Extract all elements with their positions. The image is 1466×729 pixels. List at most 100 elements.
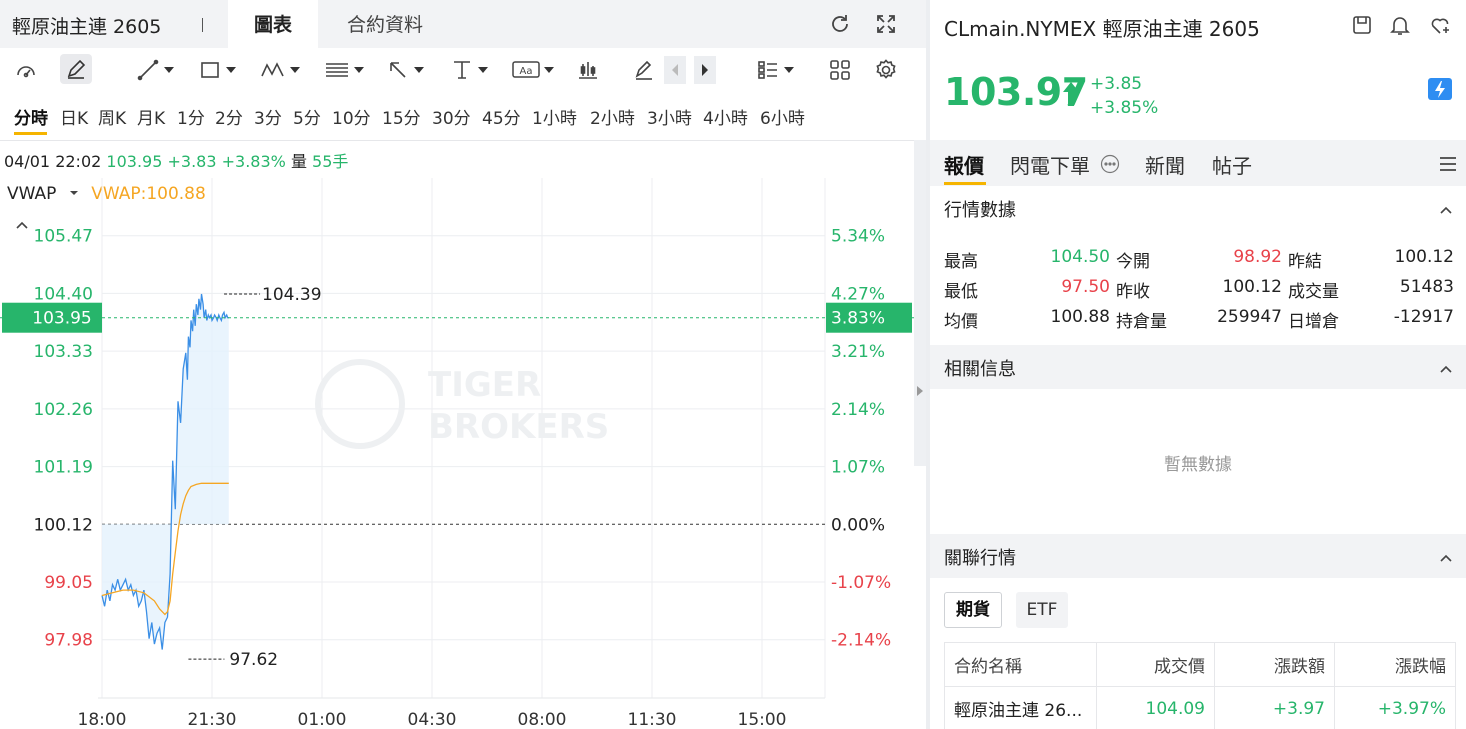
tab-contract-info[interactable]: 合約資料 — [330, 0, 440, 48]
price-chart[interactable]: 18:00 21:30 01:00 04:30 08:00 11:30 15:00 105.4… — [0, 178, 914, 729]
related-info-header[interactable]: 相關信息 — [930, 345, 1466, 389]
more-icon[interactable] — [1100, 154, 1120, 178]
period-tab[interactable]: 分時 — [14, 104, 48, 129]
quote-tabs: 報價 閃電下單 新聞 帖子 — [930, 140, 1466, 186]
stat-value: 97.50 — [1061, 277, 1110, 297]
text-cursor-icon[interactable] — [450, 56, 488, 84]
menu-icon[interactable] — [1438, 155, 1458, 177]
stat-label: 日增倉 — [1288, 312, 1339, 332]
tab-quote[interactable]: 報價 — [944, 150, 984, 179]
filter-etf[interactable]: ETF — [1016, 592, 1068, 628]
stat-label: 今開 — [1116, 252, 1150, 272]
period-tab[interactable]: 6小時 — [760, 104, 805, 129]
section-title: 關聯行情 — [944, 548, 1016, 569]
rectangle-icon[interactable] — [198, 56, 236, 84]
related-quotes-header[interactable]: 關聯行情 — [930, 534, 1466, 578]
period-tab[interactable]: 1小時 — [532, 104, 577, 129]
period-tab[interactable]: 月K — [137, 104, 165, 129]
watermark-text: BROKERS — [428, 407, 609, 447]
x-tick-label: 21:30 — [188, 710, 237, 729]
drawing-toolbar: Aa — [0, 48, 926, 92]
x-tick-label: 04:30 — [408, 710, 457, 729]
period-tab[interactable]: 10分 — [332, 104, 371, 129]
pattern-icon[interactable] — [260, 56, 300, 84]
title-separator — [202, 18, 203, 32]
chevron-up-icon[interactable] — [1438, 201, 1454, 220]
tab-chart[interactable]: 圖表 — [228, 0, 318, 48]
period-tab[interactable]: 30分 — [432, 104, 471, 129]
stat-label: 最高 — [944, 252, 978, 272]
y-tick-label: 100.12 — [34, 515, 93, 535]
chart-panel: 輕原油主連 2605 圖表 合約資料 Aa 分時 日K 周K 月K 1分 2分 … — [0, 0, 926, 729]
chevron-up-icon[interactable] — [1438, 549, 1454, 568]
period-tab[interactable]: 3小時 — [647, 104, 692, 129]
grid-layout-icon[interactable] — [828, 56, 852, 84]
scroll-left-icon[interactable] — [664, 56, 686, 84]
column-header[interactable]: 合約名稱 — [944, 642, 1097, 687]
period-tab[interactable]: 15分 — [382, 104, 421, 129]
period-tab[interactable]: 4小時 — [703, 104, 748, 129]
stat-value: 104.50 — [1050, 247, 1110, 267]
panel-splitter[interactable] — [914, 140, 926, 466]
column-header[interactable]: 漲跌額 — [1214, 642, 1335, 687]
candle-settings-icon[interactable] — [576, 56, 600, 84]
quote-volume: 55手 — [312, 152, 349, 171]
arrow-tool-icon[interactable] — [386, 56, 424, 84]
table-row[interactable]: 輕原油主連 26... 104.09 +3.97 +3.97% — [944, 686, 1456, 729]
period-tab[interactable]: 2分 — [215, 104, 243, 129]
period-tab[interactable]: 周K — [98, 104, 126, 129]
quote-title: CLmain.NYMEX 輕原油主連 2605 — [944, 17, 1260, 41]
period-tab[interactable]: 3分 — [254, 104, 282, 129]
pen-edit-icon[interactable] — [60, 54, 92, 84]
x-tick-label: 11:30 — [628, 710, 677, 729]
stat-label: 最低 — [944, 282, 978, 302]
x-tick-label: 01:00 — [298, 710, 347, 729]
period-tab[interactable]: 5分 — [293, 104, 321, 129]
column-header[interactable]: 漲跌幅 — [1334, 642, 1456, 687]
expand-panel-icon[interactable] — [917, 386, 923, 396]
stat-label: 昨收 — [1116, 282, 1150, 302]
price-area — [102, 294, 229, 650]
trend-line-icon[interactable] — [136, 56, 174, 84]
tab-flash-order[interactable]: 閃電下單 — [1010, 150, 1090, 179]
stat-value: 51483 — [1399, 277, 1454, 297]
period-tab[interactable]: 45分 — [482, 104, 521, 129]
text-label-icon[interactable]: Aa — [512, 56, 554, 84]
market-data-header[interactable]: 行情數據 — [930, 186, 1466, 230]
period-tab[interactable]: 2小時 — [590, 104, 635, 129]
tab-active-underline — [944, 182, 986, 185]
list-layout-icon[interactable] — [756, 56, 794, 84]
bell-icon[interactable] — [1388, 13, 1412, 37]
y-tick-label-percent: 0.00% — [831, 515, 885, 535]
tab-news[interactable]: 新聞 — [1145, 150, 1185, 179]
quote-datetime: 04/01 22:02 — [4, 152, 102, 171]
refresh-icon[interactable] — [828, 12, 852, 36]
y-tick-label: 101.19 — [34, 458, 93, 478]
heart-add-icon[interactable] — [1428, 13, 1452, 37]
tab-posts[interactable]: 帖子 — [1212, 150, 1252, 179]
period-tab[interactable]: 日K — [60, 104, 88, 129]
chevron-up-icon[interactable] — [1438, 360, 1454, 379]
settings-icon[interactable] — [874, 56, 898, 84]
gauge-icon[interactable] — [14, 56, 38, 84]
period-active-underline — [14, 132, 47, 135]
crosshair-quote: 04/01 22:02 103.95 +3.83 +3.83% 量 55手 — [4, 148, 348, 172]
x-tick-label: 18:00 — [78, 710, 127, 729]
lightning-icon[interactable] — [1428, 78, 1452, 100]
current-price-tag-label: 103.95 — [32, 309, 91, 329]
stat-value: 259947 — [1217, 307, 1282, 327]
save-icon[interactable] — [1350, 13, 1374, 37]
quote-price: 103.95 — [106, 152, 163, 171]
period-tab[interactable]: 1分 — [177, 104, 205, 129]
filter-futures[interactable]: 期貨 — [944, 592, 1002, 628]
y-tick-label-percent: -1.07% — [831, 573, 891, 593]
stat-value: 100.12 — [1222, 277, 1282, 297]
quote-panel: CLmain.NYMEX 輕原油主連 2605 103.97 +3.85 +3.… — [930, 0, 1466, 729]
stat-value: 100.88 — [1050, 307, 1110, 327]
change-percent: +3.85% — [1090, 98, 1159, 118]
fibonacci-icon[interactable] — [324, 56, 364, 84]
eraser-icon[interactable] — [632, 56, 656, 84]
column-header[interactable]: 成交價 — [1096, 642, 1215, 687]
scroll-right-icon[interactable] — [694, 56, 716, 84]
fullscreen-icon[interactable] — [874, 12, 898, 36]
